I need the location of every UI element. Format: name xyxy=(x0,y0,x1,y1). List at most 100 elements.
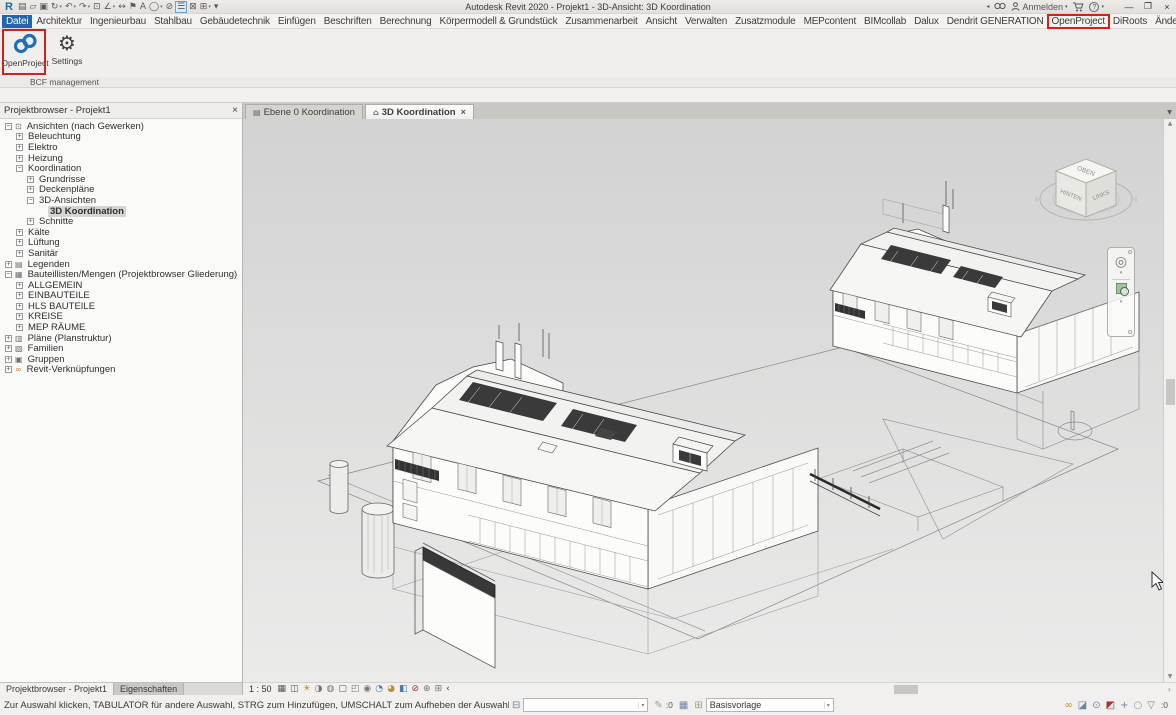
filter-icon[interactable]: ▽ xyxy=(1147,700,1155,711)
close-button[interactable]: × xyxy=(1160,2,1174,12)
aligned-dimension-icon[interactable]: ↔ xyxy=(117,1,127,13)
tree-item-bauteillisten-mengen-projektbrowser-gliederung[interactable]: −▦Bauteillisten/Mengen (Projektbrowser G… xyxy=(0,269,242,280)
measure-icon[interactable]: ∠▾ xyxy=(103,1,117,13)
view-tab-list-icon[interactable]: ▼ xyxy=(1163,109,1176,119)
settings-button[interactable]: ⚙ Settings xyxy=(46,29,88,66)
tag-by-category-icon[interactable]: ⚑ xyxy=(128,1,138,13)
select-links-toggle[interactable]: ∞ xyxy=(1064,700,1072,711)
reveal-hidden-elements-icon[interactable]: ◕ xyxy=(387,684,395,695)
expand-expander-icon[interactable]: + xyxy=(16,133,23,140)
openproject-button[interactable]: OpenProject xyxy=(4,29,46,68)
ribbon-tab-berechnung[interactable]: Berechnung xyxy=(376,15,436,28)
tree-item-schnitte[interactable]: +Schnitte xyxy=(0,216,242,227)
tree-item-pläne-planstruktur[interactable]: +▥Pläne (Planstruktur) xyxy=(0,333,242,344)
vertical-scroll-thumb[interactable] xyxy=(1166,379,1175,405)
tree-item-familien[interactable]: +▧Familien xyxy=(0,343,242,354)
close-icon[interactable]: × xyxy=(232,105,238,116)
redo-icon[interactable]: ↷▾ xyxy=(78,1,91,13)
ribbon-tab-ingenieurbau[interactable]: Ingenieurbau xyxy=(86,15,150,28)
worksets-icon[interactable]: ⊟ xyxy=(512,700,520,711)
ribbon-tab-gebäudetechnik[interactable]: Gebäudetechnik xyxy=(196,15,274,28)
model-canvas[interactable]: OBEN HINTEN LINKS ◎ ▾ ▾ xyxy=(243,119,1163,682)
scroll-right-icon[interactable]: › xyxy=(1163,685,1176,694)
expand-expander-icon[interactable]: + xyxy=(5,261,12,268)
tree-item-legenden[interactable]: +▤Legenden xyxy=(0,259,242,270)
ribbon-tab-diroots[interactable]: DiRoots xyxy=(1109,15,1151,28)
temporary-view-properties-icon[interactable]: ◧ xyxy=(399,684,408,695)
shadows-icon[interactable]: ◑ xyxy=(315,684,323,695)
ribbon-tab-beschriften[interactable]: Beschriften xyxy=(320,15,376,28)
expand-expander-icon[interactable]: + xyxy=(27,218,34,225)
wheel-dropdown-icon[interactable]: ▾ xyxy=(1120,270,1123,276)
sync-with-central-icon[interactable]: ↻▾ xyxy=(50,1,63,13)
reveal-constraints-icon[interactable]: ⊞ xyxy=(435,684,443,695)
ribbon-tab-dendrit-generation[interactable]: Dendrit GENERATION xyxy=(943,15,1048,28)
thin-lines-icon[interactable]: ☰ xyxy=(175,1,187,13)
tree-item-3d-koordination[interactable]: 3D Koordination xyxy=(0,206,242,217)
view-scale[interactable]: 1 : 50 xyxy=(249,684,272,694)
ribbon-tab-ändern[interactable]: Ändern xyxy=(1151,15,1176,28)
collapse-expander-icon[interactable]: − xyxy=(27,197,34,204)
expand-expander-icon[interactable]: + xyxy=(5,356,12,363)
close-view-icon[interactable]: × xyxy=(461,107,466,117)
project-browser-header[interactable]: Projektbrowser - Projekt1 × xyxy=(0,103,242,119)
viewcube-cube[interactable]: OBEN HINTEN LINKS xyxy=(1056,159,1116,217)
lock-3d-view-icon[interactable]: ◉ xyxy=(363,684,371,695)
detail-level-icon[interactable]: ▦ xyxy=(278,684,287,695)
ribbon-tab-bimcollab[interactable]: BIMcollab xyxy=(860,15,910,28)
expand-expander-icon[interactable]: + xyxy=(27,176,34,183)
navigation-bar[interactable]: ◎ ▾ ▾ xyxy=(1107,247,1135,337)
temporary-hide-isolate-icon[interactable]: ◔ xyxy=(375,684,383,695)
tree-item-deckenpläne[interactable]: +Deckenpläne xyxy=(0,185,242,196)
save-icon[interactable]: ▣ xyxy=(38,1,49,13)
ribbon-tab-zusammenarbeit[interactable]: Zusammenarbeit xyxy=(561,15,641,28)
tree-item-revit-verknüpfungen[interactable]: +∞Revit-Verknüpfungen xyxy=(0,365,242,376)
expand-expander-icon[interactable]: + xyxy=(16,144,23,151)
default-3d-view-icon[interactable]: ◯▾ xyxy=(148,1,164,13)
tree-item-sanitär[interactable]: +Sanitär xyxy=(0,248,242,259)
expand-expander-icon[interactable]: + xyxy=(5,366,12,373)
minimize-button[interactable]: — xyxy=(1122,2,1136,12)
tree-item-3d-ansichten[interactable]: −3D-Ansichten xyxy=(0,195,242,206)
collapse-expander-icon[interactable]: − xyxy=(5,271,12,278)
zoom-dropdown-icon[interactable]: ▾ xyxy=(1120,299,1123,305)
tree-item-heizung[interactable]: +Heizung xyxy=(0,153,242,164)
ribbon-tab-architektur[interactable]: Architektur xyxy=(32,15,86,28)
tree-item-hls-bauteile[interactable]: +HLS BAUTEILE xyxy=(0,301,242,312)
crop-view-icon[interactable]: ▢ xyxy=(338,684,347,695)
ribbon-tab-openproject[interactable]: OpenProject xyxy=(1048,15,1109,28)
open-icon[interactable]: ▱ xyxy=(28,1,37,13)
tree-item-kreise[interactable]: +KREISE xyxy=(0,312,242,323)
customize-qat-icon[interactable]: ▾ xyxy=(213,1,220,13)
tree-item-lüftung[interactable]: +Lüftung xyxy=(0,238,242,249)
ribbon-tab-dalux[interactable]: Dalux xyxy=(910,15,943,28)
ribbon-tab-körpermodell-grundstück[interactable]: Körpermodell & Grundstück xyxy=(436,15,562,28)
sun-path-icon[interactable]: ☀ xyxy=(303,684,311,695)
close-hidden-windows-icon[interactable]: ⊠ xyxy=(188,1,198,13)
vertical-scrollbar[interactable]: ▲ ▼ xyxy=(1163,119,1176,682)
collapse-expander-icon[interactable]: − xyxy=(16,165,23,172)
design-options-icon[interactable]: ▦ xyxy=(679,700,688,711)
view-tab-ebene-0-koordination[interactable]: ▤Ebene 0 Koordination xyxy=(245,104,363,119)
collapse-expander-icon[interactable]: − xyxy=(5,123,12,130)
steering-wheel-icon[interactable]: ◎ xyxy=(1115,254,1127,270)
ribbon-tab-zusatzmodule[interactable]: Zusatzmodule xyxy=(731,15,799,28)
tree-item-beleuchtung[interactable]: +Beleuchtung xyxy=(0,132,242,143)
undo-icon[interactable]: ↶▾ xyxy=(64,1,77,13)
expand-expander-icon[interactable]: + xyxy=(5,335,12,342)
restore-button[interactable]: ❐ xyxy=(1141,2,1155,12)
horizontal-scrollbar[interactable] xyxy=(456,683,1163,696)
visual-style-icon[interactable]: ◫ xyxy=(290,684,299,695)
expand-expander-icon[interactable]: + xyxy=(27,186,34,193)
ribbon-tab-datei[interactable]: Datei xyxy=(2,15,32,28)
show-analytical-model-icon[interactable]: ⊘ xyxy=(411,684,419,695)
signin-menu[interactable]: Anmelden ▾ xyxy=(1011,2,1067,12)
tree-item-koordination[interactable]: −Koordination xyxy=(0,163,242,174)
tree-item-einbauteile[interactable]: +EINBAUTEILE xyxy=(0,291,242,302)
section-icon[interactable]: ⊘ xyxy=(165,1,175,13)
expand-expander-icon[interactable]: + xyxy=(16,282,23,289)
tree-item-elektro[interactable]: +Elektro xyxy=(0,142,242,153)
expand-expander-icon[interactable]: + xyxy=(16,239,23,246)
panel-tab-eigenschaften[interactable]: Eigenschaften xyxy=(114,683,184,695)
collapse-icon[interactable]: ‹ xyxy=(446,684,450,695)
